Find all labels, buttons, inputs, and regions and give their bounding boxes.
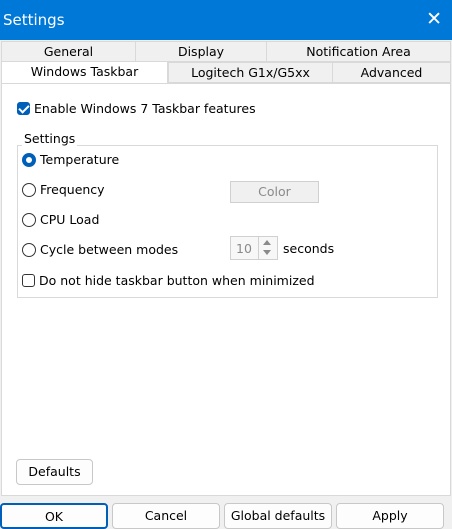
cancel-button[interactable]: Cancel [112,503,220,529]
defaults-button[interactable]: Defaults [16,459,93,485]
close-icon[interactable]: ✕ [426,8,442,30]
nohide-checkbox[interactable]: Do not hide taskbar button when minimize… [22,273,315,288]
enable-taskbar-checkbox[interactable]: Enable Windows 7 Taskbar features [17,101,256,116]
tab-windows-taskbar[interactable]: Windows Taskbar [1,61,168,83]
radio-frequency-label: Frequency [40,182,105,197]
tab-logitech[interactable]: Logitech G1x/G5xx [168,62,333,83]
radio-temperature-label: Temperature [40,152,120,167]
tab-display[interactable]: Display [135,41,267,62]
tab-advanced[interactable]: Advanced [332,62,451,83]
radio-unselected-icon [22,212,36,227]
chevron-down-icon[interactable] [263,250,271,255]
radio-cpu-load-label: CPU Load [40,212,100,227]
checkbox-unchecked-icon [22,274,35,287]
nohide-label: Do not hide taskbar button when minimize… [39,273,315,288]
tab-general[interactable]: General [1,41,136,62]
radio-unselected-icon [22,242,36,257]
enable-taskbar-label: Enable Windows 7 Taskbar features [34,101,256,116]
cycle-interval-stepper[interactable]: 10 [230,236,278,260]
radio-temperature[interactable]: Temperature [22,152,119,167]
chevron-up-icon[interactable] [263,240,271,245]
cycle-unit-label: seconds [283,241,335,256]
ok-button[interactable]: OK [0,503,108,529]
settings-group-label: Settings [22,131,78,146]
radio-unselected-icon [22,182,36,197]
tab-notification-area[interactable]: Notification Area [266,41,451,62]
cycle-interval-value: 10 [236,241,252,256]
radio-selected-icon [22,152,36,167]
stepper-arrows[interactable] [258,237,277,259]
title-bar: Settings ✕ [0,0,452,40]
checkbox-checked-icon [17,102,30,115]
radio-frequency[interactable]: Frequency [22,182,105,197]
window-title: Settings [3,11,65,29]
radio-cycle-modes-label: Cycle between modes [40,242,179,257]
global-defaults-button[interactable]: Global defaults [224,503,332,529]
radio-cpu-load[interactable]: CPU Load [22,212,99,227]
color-button[interactable]: Color [230,181,319,203]
radio-cycle-modes[interactable]: Cycle between modes [22,242,178,257]
apply-button[interactable]: Apply [336,503,444,529]
